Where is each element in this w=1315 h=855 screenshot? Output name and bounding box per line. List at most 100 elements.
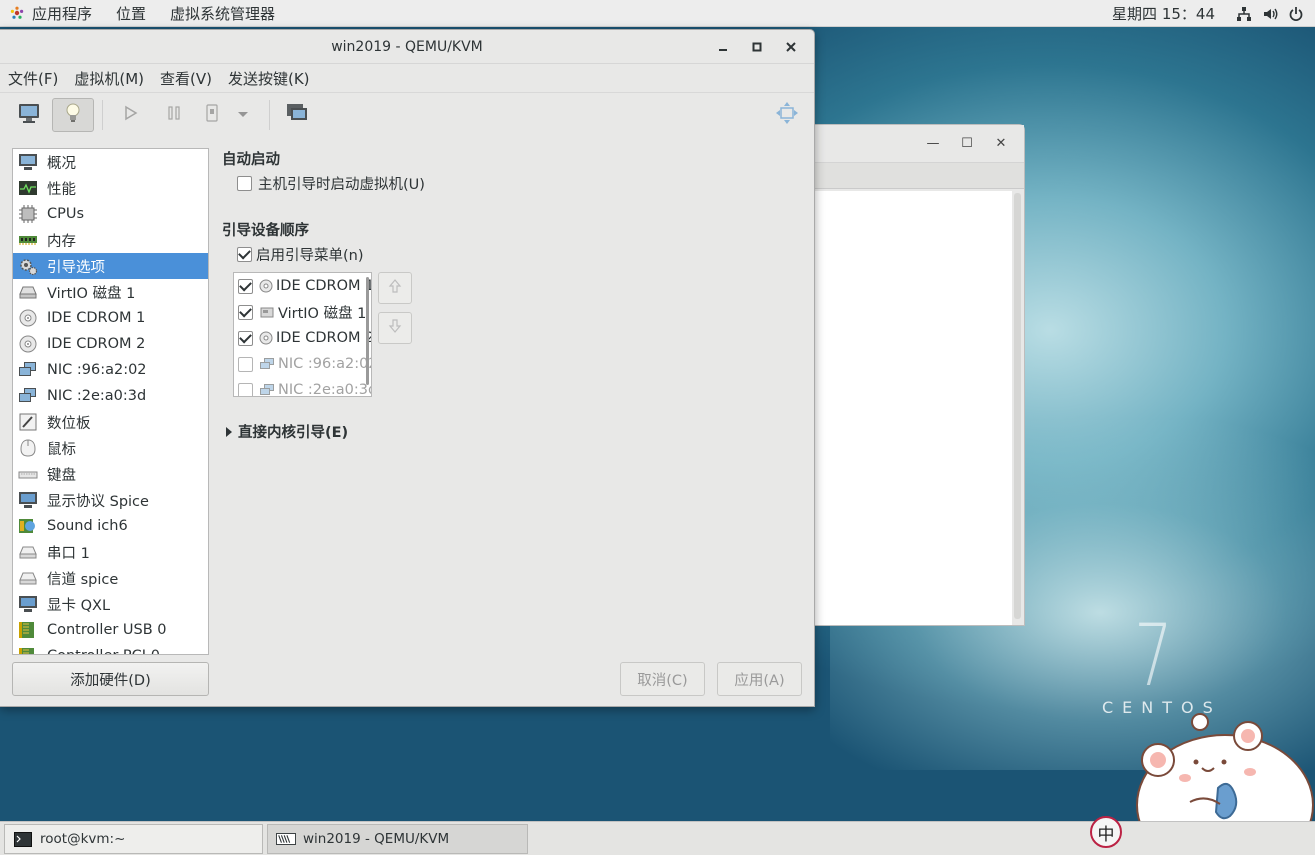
window-titlebar[interactable]: win2019 - QEMU/KVM bbox=[0, 30, 814, 64]
pause-button[interactable] bbox=[153, 98, 195, 132]
boot-device-label: NIC :96:a2:02 bbox=[278, 356, 372, 372]
applications-label[interactable]: 应用程序 bbox=[26, 0, 104, 27]
power-off-icon bbox=[204, 104, 220, 126]
hardware-item-label: 串口 1 bbox=[47, 545, 90, 562]
window-title: win2019 - QEMU/KVM bbox=[331, 38, 483, 55]
boot-device-row[interactable]: NIC :96:a2:02 bbox=[234, 351, 371, 377]
hardware-item-label: 显示协议 Spice bbox=[47, 493, 149, 510]
taskbar-vm[interactable]: win2019 - QEMU/KVM bbox=[267, 824, 528, 854]
shutdown-button[interactable] bbox=[197, 98, 227, 132]
boot-device-checkbox[interactable] bbox=[238, 330, 253, 346]
hardware-item[interactable]: 鼠标 bbox=[13, 435, 208, 461]
hardware-item[interactable]: 键盘 bbox=[13, 461, 208, 487]
hardware-item[interactable]: 内存 bbox=[13, 227, 208, 253]
hardware-item[interactable]: Controller USB 0 bbox=[13, 617, 208, 643]
hardware-item[interactable]: 概况 bbox=[13, 149, 208, 175]
centos-seven-mark: 7 bbox=[1134, 606, 1173, 706]
bg-close-button[interactable]: ✕ bbox=[988, 136, 1014, 151]
hardware-item[interactable]: 引导选项 bbox=[13, 253, 208, 279]
move-up-button[interactable] bbox=[378, 272, 412, 304]
maximize-button[interactable] bbox=[740, 30, 774, 64]
console-button[interactable] bbox=[8, 98, 50, 132]
minimize-button[interactable] bbox=[706, 30, 740, 64]
direct-kernel-boot-expander[interactable]: 直接内核引导(E) bbox=[226, 421, 348, 442]
boot-device-checkbox[interactable] bbox=[238, 382, 253, 396]
hardware-item[interactable]: 数位板 bbox=[13, 409, 208, 435]
hardware-list[interactable]: 概况性能 CPUs 内存引导选项 VirtIO 磁盘 1 IDE CDROM 1 IDE … bbox=[12, 148, 209, 655]
hardware-item[interactable]: VirtIO 磁盘 1 bbox=[13, 279, 208, 305]
close-button[interactable] bbox=[774, 30, 808, 64]
hardware-item[interactable]: 信道 spice bbox=[13, 565, 208, 591]
boot-device-row[interactable]: IDE CDROM 1 bbox=[234, 273, 371, 299]
boot-device-checkbox[interactable] bbox=[238, 304, 253, 320]
boot-device-checkbox[interactable] bbox=[238, 356, 253, 372]
hardware-item[interactable]: NIC :96:a2:02 bbox=[13, 357, 208, 383]
hardware-item[interactable]: 显卡 QXL bbox=[13, 591, 208, 617]
hardware-item-label: VirtIO 磁盘 1 bbox=[47, 285, 136, 302]
autostart-checkbox[interactable] bbox=[237, 176, 252, 191]
network-icon[interactable] bbox=[1231, 0, 1257, 27]
toolbar-separator bbox=[269, 100, 270, 130]
hardware-item-label: 显卡 QXL bbox=[47, 597, 111, 614]
pause-icon bbox=[165, 104, 183, 126]
hardware-item-label: Controller PCI 0 bbox=[47, 648, 160, 654]
move-down-button[interactable] bbox=[378, 312, 412, 344]
hardware-item-label: NIC :2e:a0:3d bbox=[47, 388, 147, 404]
nic-icon bbox=[259, 356, 275, 372]
boot-device-list[interactable]: IDE CDROM 1 VirtIO 磁盘 1 IDE CDROM 2 NIC :96… bbox=[233, 272, 372, 397]
hardware-item-label: 性能 bbox=[47, 181, 76, 198]
apply-button[interactable]: 应用(A) bbox=[717, 662, 802, 696]
bg-scrollbar[interactable] bbox=[1014, 193, 1021, 619]
boot-list-scrollbar[interactable] bbox=[366, 277, 369, 385]
vm-details-window[interactable]: win2019 - QEMU/KVM 文件(F) 虚拟机(M) 查看(V) 发送… bbox=[0, 29, 815, 707]
menu-vm[interactable]: 虚拟机(M) bbox=[68, 68, 150, 89]
hardware-item[interactable]: Sound ich6 bbox=[13, 513, 208, 539]
hardware-item[interactable]: IDE CDROM 2 bbox=[13, 331, 208, 357]
places-menu[interactable]: 位置 bbox=[104, 0, 158, 27]
details-button[interactable] bbox=[52, 98, 94, 132]
keyboard-icon bbox=[17, 463, 39, 485]
shutdown-menu-button[interactable] bbox=[229, 98, 257, 132]
add-hardware-button[interactable]: 添加硬件(D) bbox=[12, 662, 209, 696]
hardware-item[interactable]: CPUs bbox=[13, 201, 208, 227]
menu-view[interactable]: 查看(V) bbox=[154, 68, 218, 89]
disk-icon bbox=[17, 281, 39, 303]
cancel-button[interactable]: 取消(C) bbox=[620, 662, 705, 696]
menu-file[interactable]: 文件(F) bbox=[2, 68, 64, 89]
clock[interactable]: 星期四 15：44 bbox=[1112, 3, 1215, 24]
menu-sendkey[interactable]: 发送按键(K) bbox=[222, 68, 316, 89]
autostart-checkbox-row[interactable]: 主机引导时启动虚拟机(U) bbox=[237, 173, 425, 194]
hardware-item-label: 引导选项 bbox=[47, 259, 105, 276]
boot-device-row[interactable]: IDE CDROM 2 bbox=[234, 325, 371, 351]
expander-arrow-icon bbox=[226, 426, 232, 437]
video-icon bbox=[17, 593, 39, 615]
run-button[interactable] bbox=[109, 98, 151, 132]
hardware-item-label: 概况 bbox=[47, 155, 76, 172]
hardware-item[interactable]: Controller PCI 0 bbox=[13, 643, 208, 654]
hardware-item[interactable]: IDE CDROM 1 bbox=[13, 305, 208, 331]
volume-icon[interactable] bbox=[1257, 0, 1283, 27]
hardware-item[interactable]: 显示协议 Spice bbox=[13, 487, 208, 513]
boot-device-row[interactable]: NIC :2e:a0:3d bbox=[234, 377, 371, 396]
fullscreen-button[interactable] bbox=[766, 98, 808, 132]
bg-minimize-button[interactable]: — bbox=[920, 136, 946, 151]
autostart-heading: 自动启动 bbox=[222, 152, 280, 168]
boot-device-row[interactable]: VirtIO 磁盘 1 bbox=[234, 299, 371, 325]
bg-maximize-button[interactable]: ☐ bbox=[954, 136, 980, 151]
background-window[interactable]: — ☐ ✕ bbox=[814, 124, 1025, 626]
power-icon[interactable] bbox=[1283, 0, 1309, 27]
direct-kernel-boot-label: 直接内核引导(E) bbox=[238, 425, 349, 441]
snapshots-button[interactable] bbox=[276, 98, 318, 132]
hardware-item[interactable]: NIC :2e:a0:3d bbox=[13, 383, 208, 409]
boot-menu-checkbox[interactable] bbox=[237, 247, 252, 262]
taskbar-terminal-label: root@kvm:~ bbox=[40, 831, 126, 847]
active-app-menu[interactable]: 虚拟系统管理器 bbox=[158, 0, 287, 27]
boot-device-checkbox[interactable] bbox=[238, 278, 253, 294]
boot-menu-checkbox-row[interactable]: 启用引导菜单(n) bbox=[237, 244, 364, 265]
disk-icon bbox=[259, 304, 275, 320]
taskbar-terminal[interactable]: root@kvm:~ bbox=[4, 824, 263, 854]
hardware-item[interactable]: 性能 bbox=[13, 175, 208, 201]
input-method-indicator[interactable]: 中 bbox=[1090, 816, 1122, 848]
hardware-item[interactable]: 串口 1 bbox=[13, 539, 208, 565]
applications-menu[interactable]: 应用程序 bbox=[0, 0, 104, 27]
